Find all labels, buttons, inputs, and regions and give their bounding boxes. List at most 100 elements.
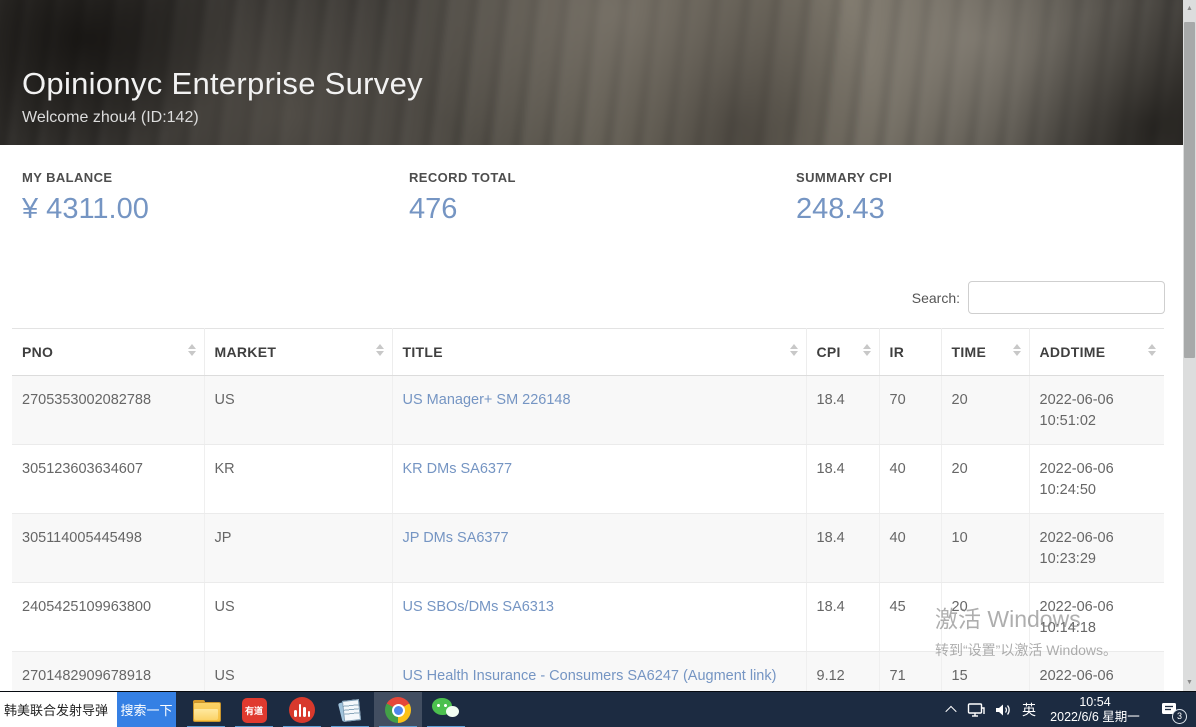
stat-value: 248.43 [796, 193, 1162, 226]
notification-badge: 3 [1172, 709, 1187, 724]
column-header-time[interactable]: TIME [941, 329, 1029, 376]
column-header-ir[interactable]: IR [879, 329, 941, 376]
cell-ir: 40 [879, 445, 941, 514]
cell-market: KR [204, 445, 392, 514]
cell-addtime: 2022-06-0610:24:50 [1029, 445, 1164, 514]
search-input[interactable] [968, 281, 1165, 314]
scrollbar-down-arrow[interactable]: ▼ [1183, 674, 1196, 691]
table-row: 305114005445498 JP JP DMs SA6377 18.4 40… [12, 514, 1164, 583]
taskbar-search-button[interactable]: 搜索一下 [117, 692, 176, 727]
sort-icon [376, 344, 384, 356]
stat-record-total: RECORD TOTAL 476 [409, 170, 796, 226]
column-header-pno[interactable]: PNO [12, 329, 204, 376]
survey-table: PNO MARKET TITLE CPI IR TIME ADDTIME 270… [12, 328, 1164, 721]
stat-summary-cpi: SUMMARY CPI 248.43 [796, 170, 1162, 226]
cell-pno: 305123603634607 [12, 445, 204, 514]
table-search: Search: [912, 281, 1165, 314]
notepad-icon[interactable] [326, 692, 374, 727]
cell-ir: 45 [879, 583, 941, 652]
hero-banner: Opinionyc Enterprise Survey Welcome zhou… [0, 0, 1183, 145]
cell-market: US [204, 583, 392, 652]
stat-value: 476 [409, 193, 796, 226]
table-header-row: PNO MARKET TITLE CPI IR TIME ADDTIME [12, 329, 1164, 376]
clock-time: 10:54 [1079, 695, 1110, 710]
page-title: Opinionyc Enterprise Survey [22, 66, 423, 102]
windows-taskbar: 韩美联合发射导弹 搜索一下 有道 [0, 691, 1196, 727]
cell-time: 10 [941, 514, 1029, 583]
cell-addtime: 2022-06-0610:14:18 [1029, 583, 1164, 652]
column-header-market[interactable]: MARKET [204, 329, 392, 376]
chrome-icon[interactable] [374, 692, 422, 727]
column-header-title[interactable]: TITLE [392, 329, 806, 376]
stat-my-balance: MY BALANCE ¥ 4311.00 [22, 170, 409, 226]
music-icon [289, 697, 315, 723]
tray-chevron-up-icon[interactable] [940, 692, 962, 727]
sort-icon [790, 344, 798, 356]
chrome-logo-icon [385, 697, 411, 723]
cell-title: KR DMs SA6377 [392, 445, 806, 514]
survey-title-link[interactable]: US Health Insurance - Consumers SA6247 (… [403, 668, 777, 684]
cell-cpi: 18.4 [806, 376, 879, 445]
network-icon[interactable] [962, 692, 989, 727]
taskbar-search-box[interactable]: 韩美联合发射导弹 [0, 692, 117, 727]
table-row: 2705353002082788 US US Manager+ SM 22614… [12, 376, 1164, 445]
table-row: 305123603634607 KR KR DMs SA6377 18.4 40… [12, 445, 1164, 514]
wechat-icon[interactable] [422, 692, 470, 727]
cell-time: 20 [941, 376, 1029, 445]
cell-cpi: 18.4 [806, 445, 879, 514]
system-tray: 英 10:54 2022/6/6 星期一 3 [940, 692, 1196, 727]
file-explorer-icon[interactable] [182, 692, 230, 727]
column-header-addtime[interactable]: ADDTIME [1029, 329, 1164, 376]
notepad-page-icon [338, 698, 362, 722]
cell-time: 20 [941, 583, 1029, 652]
sort-icon [863, 344, 871, 356]
cell-title: US SBOs/DMs SA6313 [392, 583, 806, 652]
cell-pno: 2405425109963800 [12, 583, 204, 652]
clock-date: 2022/6/6 星期一 [1050, 710, 1140, 725]
sort-icon [1148, 344, 1156, 356]
cell-pno: 2705353002082788 [12, 376, 204, 445]
survey-title-link[interactable]: JP DMs SA6377 [403, 530, 509, 546]
folder-icon [193, 700, 219, 720]
sort-icon [188, 344, 196, 356]
stat-label: SUMMARY CPI [796, 170, 1162, 185]
page-scrollbar[interactable]: ▲ ▼ [1183, 0, 1196, 691]
stats-row: MY BALANCE ¥ 4311.00 RECORD TOTAL 476 SU… [22, 170, 1162, 226]
survey-title-link[interactable]: KR DMs SA6377 [403, 461, 513, 477]
cell-pno: 305114005445498 [12, 514, 204, 583]
language-indicator[interactable]: 英 [1016, 692, 1042, 727]
cell-title: US Manager+ SM 226148 [392, 376, 806, 445]
taskbar-apps: 有道 [182, 692, 470, 727]
cell-ir: 70 [879, 376, 941, 445]
sort-icon [1013, 344, 1021, 356]
cell-market: JP [204, 514, 392, 583]
scrollbar-up-arrow[interactable]: ▲ [1183, 0, 1196, 17]
notification-center-icon[interactable]: 3 [1148, 692, 1190, 727]
youdao-icon[interactable]: 有道 [230, 692, 278, 727]
cell-title: JP DMs SA6377 [392, 514, 806, 583]
volume-icon[interactable] [989, 692, 1016, 727]
table-row: 2405425109963800 US US SBOs/DMs SA6313 1… [12, 583, 1164, 652]
cell-time: 20 [941, 445, 1029, 514]
scrollbar-thumb[interactable] [1184, 22, 1195, 358]
netease-music-icon[interactable] [278, 692, 326, 727]
screen: Opinionyc Enterprise Survey Welcome zhou… [0, 0, 1196, 727]
cell-ir: 40 [879, 514, 941, 583]
search-label: Search: [912, 290, 960, 306]
column-header-cpi[interactable]: CPI [806, 329, 879, 376]
cell-cpi: 18.4 [806, 583, 879, 652]
stat-label: MY BALANCE [22, 170, 409, 185]
stat-label: RECORD TOTAL [409, 170, 796, 185]
survey-title-link[interactable]: US SBOs/DMs SA6313 [403, 599, 555, 615]
cell-addtime: 2022-06-0610:51:02 [1029, 376, 1164, 445]
stat-value: ¥ 4311.00 [22, 193, 409, 226]
cell-market: US [204, 376, 392, 445]
cell-addtime: 2022-06-0610:23:29 [1029, 514, 1164, 583]
survey-title-link[interactable]: US Manager+ SM 226148 [403, 392, 571, 408]
cell-cpi: 18.4 [806, 514, 879, 583]
wechat-bubble-icon [432, 698, 460, 722]
taskbar-search-text: 韩美联合发射导弹 [4, 700, 108, 719]
clock[interactable]: 10:54 2022/6/6 星期一 [1042, 692, 1148, 727]
welcome-text: Welcome zhou4 (ID:142) [22, 109, 423, 127]
youdao-dict-icon: 有道 [242, 698, 267, 723]
